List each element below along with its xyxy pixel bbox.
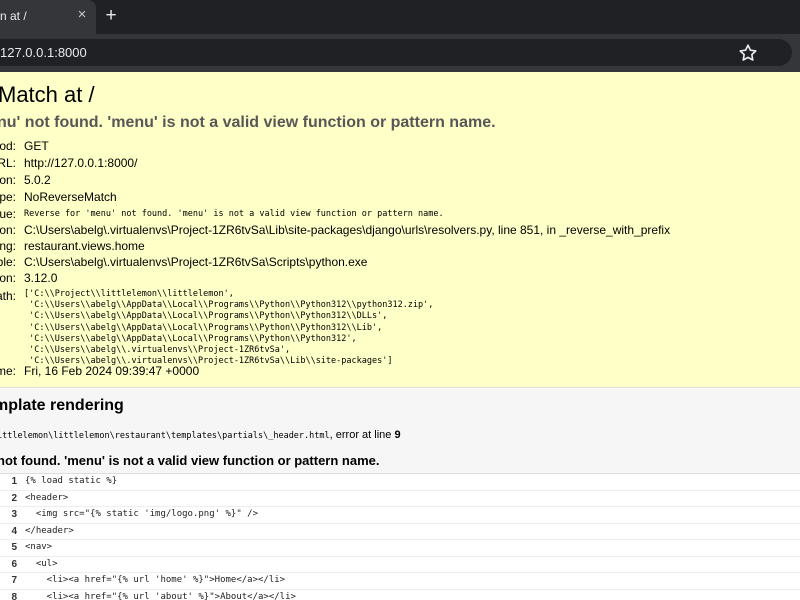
meta-value: 3.12.0 — [24, 271, 58, 285]
line-code: {% load static %} — [25, 476, 118, 486]
new-tab-icon[interactable]: + — [100, 5, 122, 27]
meta-label: on: — [0, 223, 16, 237]
line-code: <nav> — [25, 542, 53, 552]
line-code: <li><a href="{% url 'home' %}">Home</a><… — [25, 575, 286, 585]
meta-value: GET — [24, 139, 49, 153]
line-number: 6 — [11, 558, 17, 570]
source-line: 8 <li><a href="{% url 'about' %}">About<… — [0, 590, 800, 600]
meta-label: RL: — [0, 156, 16, 170]
meta-value: http://127.0.0.1:8000/ — [24, 156, 138, 170]
line-number: 8 — [11, 591, 17, 600]
line-number: 2 — [11, 492, 17, 504]
page-title: Match at / — [0, 82, 95, 107]
source-line: 5 <nav> — [0, 540, 800, 557]
meta-value: Reverse for 'menu' not found. 'menu' is … — [24, 209, 444, 219]
source-line: 4 </header> — [0, 524, 800, 540]
template-heading: mplate rendering — [0, 397, 124, 414]
line-number: 1 — [11, 476, 17, 487]
line-code: </header> — [25, 525, 74, 536]
meta-value: C:\Users\abelg\.virtualenvs\Project-1ZR6… — [24, 255, 368, 269]
template-path: ittlelemon\littlelemon\restaurant\templa… — [0, 431, 330, 441]
error-summary: Match at / nu' not found. 'menu' is not … — [0, 72, 800, 388]
exception-message: nu' not found. 'menu' is not a valid vie… — [0, 114, 496, 131]
meta-label: ng: — [0, 239, 16, 253]
meta-value: 5.0.2 — [24, 173, 51, 187]
error-line-number: 9 — [394, 429, 401, 441]
meta-value: Fri, 16 Feb 2024 09:39:47 +0000 — [24, 364, 200, 378]
url-text[interactable]: 127.0.0.1:8000 — [0, 45, 87, 60]
template-location: ittlelemon\littlelemon\restaurant\templa… — [0, 429, 401, 441]
meta-label: ath: — [0, 289, 16, 303]
meta-label: ue: — [0, 207, 16, 221]
source-line: 6 <ul> — [0, 557, 800, 573]
meta-label: ble: — [0, 255, 16, 269]
meta-value: restaurant.views.home — [24, 239, 145, 253]
line-number: 4 — [11, 525, 17, 537]
template-source: 1 {% load static %} 2 <header> 3 <img sr… — [0, 473, 800, 600]
meta-label: od: — [0, 139, 16, 153]
line-code: <ul> — [25, 558, 58, 569]
browser-toolbar: 127.0.0.1:8000 — [0, 34, 800, 72]
meta-label: on: — [0, 271, 16, 285]
line-code: <img src="{% static 'img/logo.png' %}" /… — [25, 509, 258, 519]
meta-label: pe: — [0, 190, 16, 204]
browser-tab-bar: n at / × + — [0, 0, 800, 34]
meta-label: on: — [0, 173, 16, 187]
line-number: 5 — [11, 542, 17, 553]
source-line: 3 <img src="{% static 'img/logo.png' %}"… — [0, 507, 800, 524]
source-line: 2 <header> — [0, 491, 800, 507]
line-number: 7 — [11, 575, 17, 586]
meta-label: me: — [0, 364, 16, 378]
python-path-value: ['C:\\Project\\littlelemon\\littlelemon'… — [24, 289, 434, 367]
browser-tab[interactable]: n at / × — [0, 0, 96, 34]
meta-value: NoReverseMatch — [24, 190, 117, 204]
template-error-message: not found. 'menu' is not a valid view fu… — [0, 453, 380, 468]
line-code: <header> — [25, 492, 69, 503]
source-line: 7 <li><a href="{% url 'home' %}">Home</a… — [0, 573, 800, 590]
line-number: 3 — [11, 509, 17, 520]
error-at-text: , error at line — [329, 429, 395, 441]
address-bar[interactable]: 127.0.0.1:8000 — [0, 39, 792, 66]
close-icon[interactable]: × — [73, 6, 91, 24]
meta-value: C:\Users\abelg\.virtualenvs\Project-1ZR6… — [24, 223, 671, 237]
bookmark-star-icon[interactable] — [737, 42, 759, 64]
line-code: <li><a href="{% url 'about' %}">About</a… — [25, 591, 296, 600]
source-line: 1 {% load static %} — [0, 474, 800, 491]
tab-title: n at / — [0, 9, 27, 23]
